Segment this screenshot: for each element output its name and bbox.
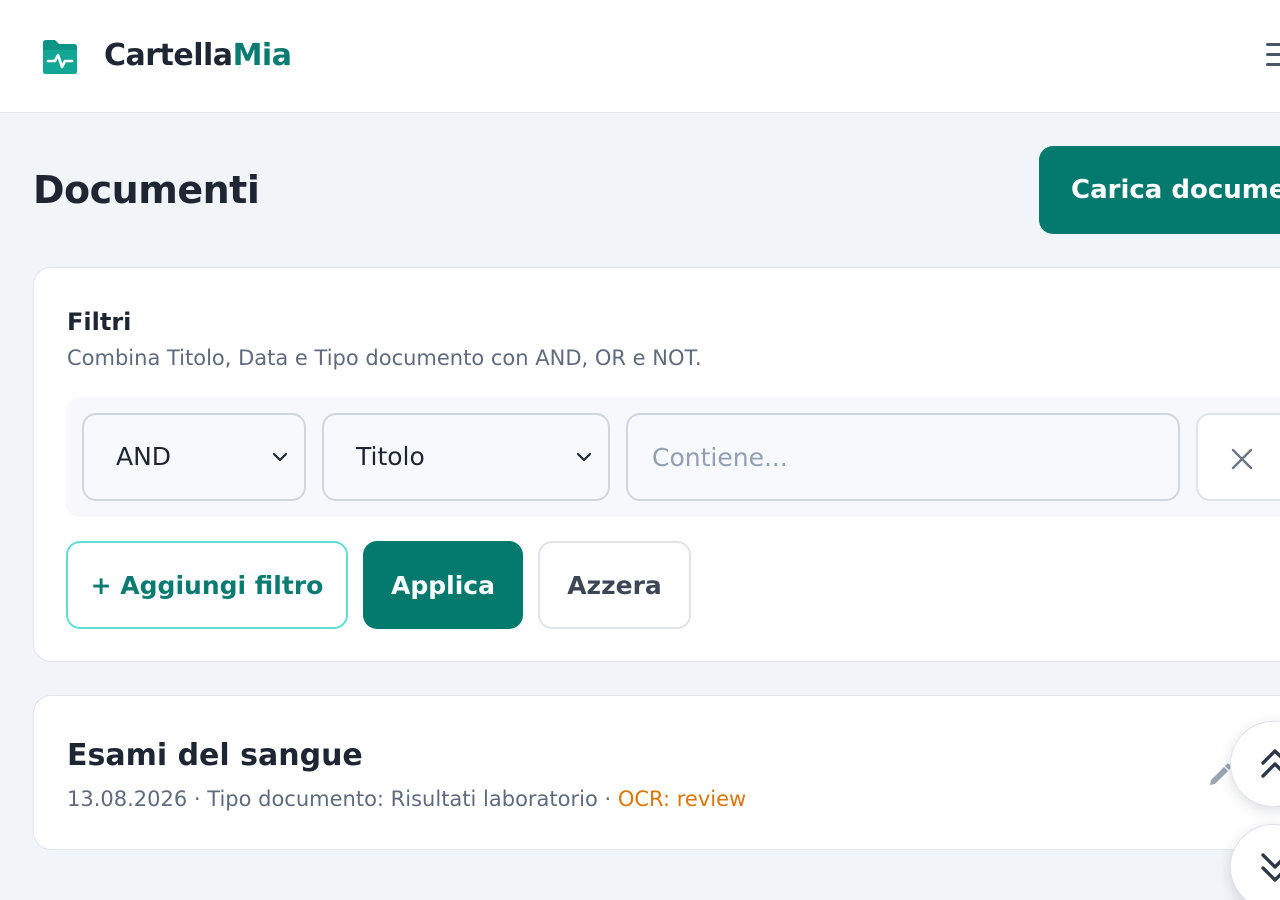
double-chevron-up-icon (1261, 749, 1280, 778)
operator-select[interactable]: AND (82, 413, 306, 501)
hamburger-menu-icon[interactable] (1266, 43, 1280, 69)
reset-filters-button[interactable]: Azzera (538, 541, 691, 629)
field-select[interactable]: Titolo (322, 413, 610, 501)
folder-pulse-icon[interactable] (40, 39, 80, 75)
filters-panel: Filtri Combina Titolo, Data e Tipo docum… (33, 267, 1280, 662)
remove-filter-button[interactable] (1196, 413, 1280, 501)
brand-name-part1: Cartella (104, 38, 233, 73)
chevron-down-icon (576, 452, 592, 462)
document-meta: 13.08.2026 · Tipo documento: Risultati l… (67, 787, 746, 811)
double-chevron-down-icon (1261, 853, 1280, 882)
field-select-value: Titolo (356, 442, 425, 471)
document-title: Esami del sangue (67, 738, 363, 773)
ocr-status: OCR: review (617, 787, 747, 811)
filters-title: Filtri (67, 308, 132, 336)
page-title: Documenti (33, 168, 260, 212)
document-meta-text: 13.08.2026 · Tipo documento: Risultati l… (67, 787, 618, 811)
add-filter-button[interactable]: + Aggiungi filtro (66, 541, 348, 629)
top-navigation-bar: CartellaMia (0, 0, 1280, 113)
apply-filters-button[interactable]: Applica (363, 541, 523, 629)
filter-row: AND Titolo (66, 397, 1280, 517)
brand-name-part2: Mia (232, 38, 292, 73)
filters-subtitle: Combina Titolo, Data e Tipo documento co… (67, 346, 702, 370)
close-icon (1231, 448, 1253, 470)
upload-document-button[interactable]: Carica documento (1039, 146, 1280, 234)
document-list-item[interactable]: Esami del sangue 13.08.2026 · Tipo docum… (33, 695, 1280, 850)
brand-name[interactable]: CartellaMia (104, 38, 292, 73)
chevron-down-icon (272, 452, 288, 462)
operator-select-value: AND (116, 442, 172, 471)
filter-value-input[interactable] (626, 413, 1180, 501)
